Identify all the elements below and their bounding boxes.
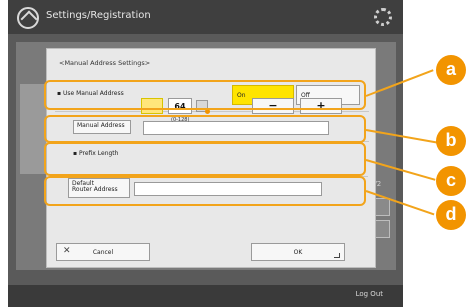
- dialog-title: <Manual Address Settings>: [59, 59, 151, 67]
- ok-button[interactable]: OK: [251, 243, 345, 261]
- callout-frame-b: [44, 115, 366, 143]
- logout-button[interactable]: Log Out: [356, 290, 383, 298]
- cancel-button[interactable]: ✕ Cancel: [56, 243, 150, 261]
- top-bar: Settings/Registration: [8, 0, 403, 34]
- callout-frame-c: [44, 142, 366, 176]
- bottom-bar: Log Out: [8, 285, 403, 307]
- home-icon[interactable]: [17, 7, 39, 29]
- cancel-label: Cancel: [92, 248, 114, 256]
- callout-badge-c: c: [436, 166, 466, 196]
- callout-badge-a: a: [436, 55, 466, 85]
- screen-title: Settings/Registration: [46, 10, 151, 21]
- callout-frame-d: [44, 176, 366, 206]
- callout-frame-a: [44, 80, 366, 110]
- ok-label: OK: [293, 248, 303, 256]
- enter-icon: [334, 253, 340, 258]
- callout-badge-d: d: [436, 200, 466, 230]
- close-icon: ✕: [63, 246, 71, 256]
- callout-badge-b: b: [436, 126, 466, 156]
- gear-icon[interactable]: [374, 8, 392, 26]
